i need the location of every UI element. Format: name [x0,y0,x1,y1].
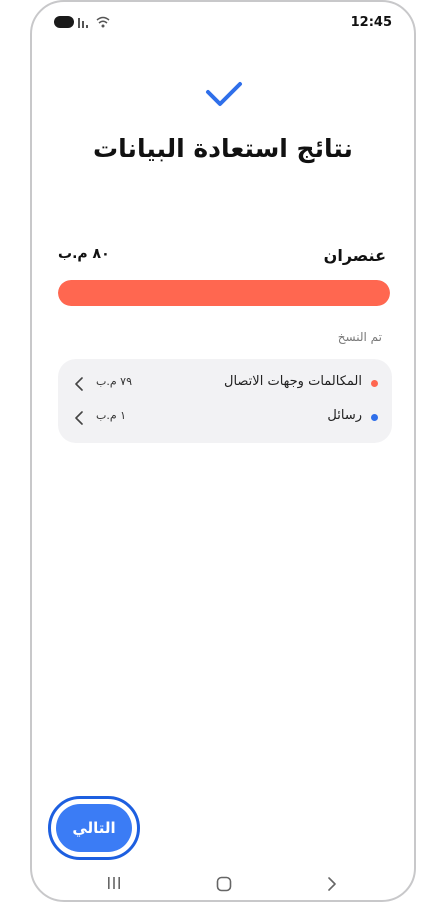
navigation-bar [32,862,414,900]
restore-progress-fill [58,280,390,306]
check-icon [206,82,242,106]
chevron-left-icon [75,411,83,425]
home-icon[interactable] [216,876,232,892]
summary-label: عنصران [323,246,386,265]
list-item-label: المكالمات وجهات الاتصال [224,374,362,389]
status-icons [54,16,110,28]
summary-size: ٨٠ م.ب [58,246,110,262]
summary-row: عنصران ٨٠ م.ب [58,246,386,270]
copied-items-card: المكالمات وجهات الاتصال ٧٩ م.ب رسائل ١ م… [58,359,392,443]
status-bar: 12:45 [32,2,414,42]
list-item-calls-contacts[interactable]: المكالمات وجهات الاتصال ٧٩ م.ب [58,367,392,401]
color-dot-icon [371,380,378,387]
color-dot-icon [371,414,378,421]
page-title: نتائج استعادة البيانات [93,134,353,163]
back-icon[interactable] [326,876,338,892]
wifi-icon [96,16,110,28]
next-button[interactable]: التالي [56,804,132,852]
chevron-left-icon [75,377,83,391]
copied-section-label: تم النسخ [337,330,382,344]
battery-icon [54,16,74,28]
phone-frame: 12:45 نتائج استعادة البيانات عنصران ٨٠ م… [30,0,416,902]
list-item-size: ٧٩ م.ب [96,375,132,388]
list-item-messages[interactable]: رسائل ١ م.ب [58,401,392,435]
restore-progress-bar [58,280,390,306]
list-item-size: ١ م.ب [96,409,127,422]
signal-icon [78,18,88,28]
list-item-label: رسائل [327,408,362,423]
recents-icon[interactable] [106,876,122,890]
status-time: 12:45 [350,15,392,30]
